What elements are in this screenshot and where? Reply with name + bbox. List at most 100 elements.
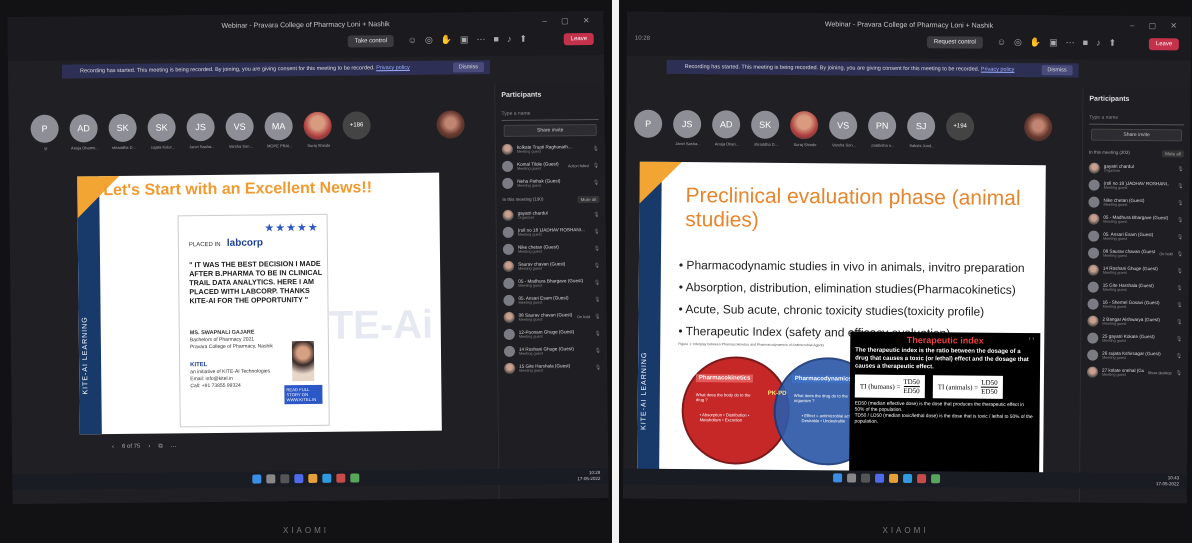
mic-off-icon[interactable]: 🎙 <box>1177 217 1183 223</box>
participant-row[interactable]: Neha Pathak (Guest) Meeting guest 🎙 <box>496 174 605 192</box>
store-icon[interactable] <box>917 474 927 484</box>
next-slide-icon[interactable]: › <box>148 444 150 451</box>
privacy-policy-link[interactable]: Privacy policy <box>376 65 410 71</box>
participant-search[interactable]: Type a name <box>501 109 599 121</box>
mic-off-icon[interactable]: 🎙 <box>1177 268 1183 274</box>
mic-off-icon[interactable]: 🎙 <box>1177 200 1183 206</box>
more-icon[interactable]: ⋯ <box>1066 37 1075 48</box>
mic-off-icon[interactable]: 🎙 <box>594 330 600 336</box>
rooms-icon[interactable]: ▣ <box>460 34 469 45</box>
windows-icon[interactable] <box>252 474 262 484</box>
mic-off-icon[interactable]: 🎙 <box>1177 251 1183 257</box>
explorer-icon[interactable] <box>889 473 899 483</box>
mute-all-button[interactable]: Mute all <box>1162 150 1184 158</box>
participant-row[interactable]: 12-Poonam Ghuge (Guest) Meeting guest 🎙 <box>498 325 607 343</box>
request-control-button[interactable]: Request control <box>926 36 983 49</box>
leave-button[interactable]: Leave <box>563 32 595 46</box>
mic-off-icon[interactable]: 🎙 <box>1176 353 1182 359</box>
teams-icon[interactable] <box>294 474 304 484</box>
participant-row[interactable]: Nike chetan (Guest) Meeting guest 🎙 <box>1082 194 1189 212</box>
teams-icon[interactable] <box>875 473 885 483</box>
participant-row[interactable]: 05. Ansari Esam (Guest) Meeting guest 🎙 <box>1082 228 1189 246</box>
participant-row[interactable]: 25 gayatri Kokate (Guest) Meeting guest 🎙 <box>1081 330 1188 348</box>
participant-avatar[interactable]: AD Anuja Dhan... <box>712 110 742 147</box>
participant-row[interactable]: 05 - Madhura Bhargave (Guest) Meeting gue… <box>1082 211 1189 229</box>
participant-avatar[interactable]: SK sujata Kolur... <box>147 113 177 150</box>
camera-icon[interactable]: ■ <box>1083 38 1089 49</box>
edge-icon[interactable] <box>322 473 332 483</box>
mic-off-icon[interactable]: 🎙 <box>593 211 599 217</box>
mic-off-icon[interactable]: 🎙 <box>593 162 599 168</box>
privacy-policy-link[interactable]: Privacy policy <box>981 67 1015 73</box>
people-icon[interactable]: ☺ <box>997 37 1006 48</box>
mic-off-icon[interactable]: 🎙 <box>1176 302 1182 308</box>
participant-row[interactable]: 14 Roshani Ghuge (Guest) Meeting guest 🎙 <box>1082 262 1189 280</box>
explorer-icon[interactable] <box>308 473 318 484</box>
reactions-icon[interactable]: ✋ <box>441 34 452 45</box>
participant-avatar[interactable]: VS Varsha Son... <box>829 111 859 148</box>
mute-all-button[interactable]: Mute all <box>577 195 600 204</box>
mic-off-icon[interactable]: 🎙 <box>594 245 600 251</box>
taskview-icon[interactable] <box>861 473 871 483</box>
chat-icon[interactable]: ◎ <box>1014 37 1022 48</box>
participant-row[interactable]: 15 Gite Harshala (Guest) Meeting guest 🎙 <box>1082 279 1189 297</box>
mic-off-icon[interactable]: 🎙 <box>594 313 600 319</box>
mic-off-icon[interactable]: 🎙 <box>592 145 598 151</box>
participant-row[interactable]: Saurav chavan (Guest) Meeting guest 🎙 <box>497 257 606 275</box>
participant-avatar[interactable]: Pyt <box>30 114 60 151</box>
mic-off-icon[interactable]: 🎙 <box>1177 234 1183 240</box>
mic-off-icon[interactable]: 🎙 <box>593 179 599 185</box>
share-icon[interactable]: ⬆ <box>1109 38 1117 49</box>
people-icon[interactable]: ☺ <box>408 35 417 46</box>
participant-avatar[interactable]: +186 <box>342 111 372 147</box>
leave-button[interactable]: Leave <box>1148 38 1180 51</box>
rooms-icon[interactable]: ▣ <box>1049 37 1058 48</box>
mic-off-icon[interactable]: 🎙 <box>1176 336 1182 342</box>
participant-avatar[interactable]: SK shraddha D... <box>751 110 781 147</box>
dismiss-button[interactable]: Dismiss <box>1041 65 1073 76</box>
participant-row[interactable]: 26 sujata Kshirsagar (Guest) Meeting gues… <box>1081 347 1188 365</box>
participant-avatar[interactable]: Suraj Shinde <box>790 110 820 147</box>
taskview-icon[interactable] <box>280 474 290 484</box>
mic-off-icon[interactable]: 🎙 <box>593 228 599 234</box>
mic-off-icon[interactable]: 🎙 <box>1176 370 1182 376</box>
mic-icon[interactable]: ♪ <box>1096 38 1101 49</box>
edge-icon[interactable] <box>903 473 913 484</box>
participant-row[interactable]: 15 Gite Harshala (Guest) Meeting guest 🎙 <box>498 359 607 377</box>
mic-off-icon[interactable]: 🎙 <box>594 279 600 285</box>
take-control-button[interactable]: Take control <box>347 35 395 48</box>
chrome-icon[interactable] <box>350 473 360 483</box>
store-icon[interactable] <box>336 473 346 483</box>
mic-off-icon[interactable]: 🎙 <box>1177 166 1183 172</box>
camera-icon[interactable]: ■ <box>493 34 499 45</box>
share-invite-button[interactable]: Share invite <box>1091 128 1183 142</box>
windows-icon[interactable] <box>833 473 843 483</box>
participant-row[interactable]: 08 Saurav chavan (Guest) Meeting guest On … <box>498 308 607 326</box>
reactions-icon[interactable]: ✋ <box>1030 37 1041 48</box>
participant-row[interactable]: (roll no 18 )JADHAV ROSHANI... Meeting gu… <box>1083 177 1190 195</box>
nav-arrows-icon[interactable]: ‹ › <box>1029 336 1035 342</box>
grid-view-icon[interactable]: ⧉ <box>158 444 162 451</box>
participant-row[interactable]: 05. Ansari Esam (Guest) Meeting guest 🎙 <box>497 291 606 309</box>
participant-avatar[interactable]: AD Anuja Dhamn... <box>69 114 99 150</box>
search-icon[interactable] <box>847 473 857 483</box>
participant-avatar[interactable]: Suraj Shinde <box>303 111 333 148</box>
participant-row[interactable]: gayatri chardul Organizer 🎙 <box>496 206 605 224</box>
participant-row[interactable]: 05 - Madhura Bhargave (Guest) Meeting gue… <box>497 274 606 292</box>
participant-row[interactable]: 14 Roshani Ghuge (Guest) Meeting guest 🎙 <box>498 342 607 360</box>
participant-row[interactable]: 27 kolate snehal (Guest) Meeting guest Sho… <box>1081 364 1188 382</box>
participant-row[interactable]: 2 Bangar Aishwarya (Guest) Meeting guest 🎙 <box>1081 313 1188 331</box>
share-icon[interactable]: ⬆ <box>519 34 527 45</box>
participant-avatar[interactable]: SJ Sakshi Jund... <box>907 111 937 148</box>
chat-icon[interactable]: ◎ <box>425 35 433 46</box>
participant-avatar[interactable]: SK shraddha D... <box>108 113 138 150</box>
mic-off-icon[interactable]: 🎙 <box>594 296 600 302</box>
participant-row[interactable]: Nike chetan (Guest) Meeting guest 🎙 <box>497 240 606 258</box>
mic-off-icon[interactable]: 🎙 <box>1177 183 1183 189</box>
participant-avatar[interactable]: PN pratiksha n... <box>868 111 898 148</box>
participant-row[interactable]: 16 - Shemel Gosavi (Guest) Meeting guest 🎙 <box>1082 296 1189 314</box>
participant-avatar[interactable]: VS Varsha Son... <box>225 112 255 149</box>
mic-off-icon[interactable]: 🎙 <box>1176 285 1182 291</box>
participant-row[interactable]: gayatri chardul Organizer 🎙 <box>1083 160 1190 178</box>
mic-off-icon[interactable]: 🎙 <box>594 262 600 268</box>
